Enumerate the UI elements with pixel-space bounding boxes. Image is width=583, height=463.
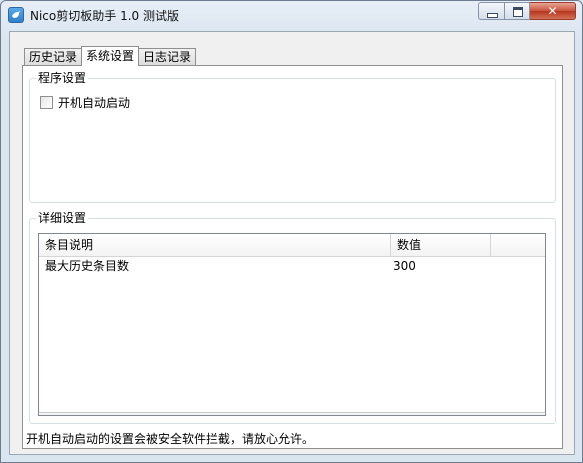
title-bar[interactable]: Nico剪切板助手 1.0 测试版 — [1, 1, 582, 29]
row-value: 300 — [393, 259, 416, 273]
footer-note: 开机自动启动的设置会被安全软件拦截，请放心允许。 — [26, 432, 315, 446]
table-row[interactable]: 最大历史条目数 300 — [39, 257, 545, 275]
list-header: 条目说明 数值 — [39, 234, 545, 257]
minimize-button[interactable] — [478, 2, 504, 20]
tab-history[interactable]: 历史记录 — [24, 48, 83, 66]
tab-settings[interactable]: 系统设置 — [81, 46, 140, 66]
client-area: 历史记录 系统设置 日志记录 程序设置 开机自动启动 详细设置 条目说明 数值 — [9, 31, 575, 455]
autostart-option[interactable]: 开机自动启动 — [40, 94, 130, 111]
detail-settings-title: 详细设置 — [36, 210, 89, 226]
app-window: Nico剪切板助手 1.0 测试版 历史记录 系统设置 日志记录 程序设置 开机… — [0, 0, 583, 463]
column-header-value[interactable]: 数值 — [391, 234, 491, 256]
autostart-label: 开机自动启动 — [58, 96, 131, 110]
maximize-button[interactable] — [504, 2, 530, 20]
settings-list[interactable]: 条目说明 数值 最大历史条目数 300 — [38, 233, 546, 416]
horizontal-scrollbar[interactable] — [39, 412, 545, 415]
detail-settings-group: 详细设置 条目说明 数值 最大历史条目数 300 — [29, 210, 556, 424]
settings-tab-panel: 程序设置 开机自动启动 详细设置 条目说明 数值 最大历史条目数 300 — [22, 65, 563, 449]
window-controls — [478, 2, 576, 21]
window-title: Nico剪切板助手 1.0 测试版 — [30, 9, 179, 23]
tab-logs[interactable]: 日志记录 — [138, 48, 197, 66]
close-button[interactable] — [530, 2, 576, 20]
row-description: 最大历史条目数 — [45, 259, 130, 273]
bird-icon — [8, 7, 24, 23]
autostart-checkbox[interactable] — [40, 96, 53, 109]
program-settings-title: 程序设置 — [36, 70, 89, 86]
tab-strip: 历史记录 系统设置 日志记录 — [24, 46, 197, 66]
column-header-description[interactable]: 条目说明 — [39, 234, 391, 256]
program-settings-group: 程序设置 开机自动启动 — [29, 70, 556, 203]
